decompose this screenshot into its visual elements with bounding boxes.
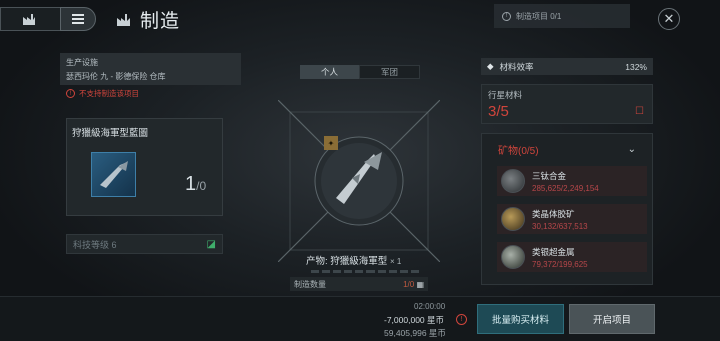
- tech-level-label: 科技等级 6: [73, 239, 117, 250]
- ownership-tabs: 个人 军团: [300, 65, 420, 79]
- mineral-name: 类晶体胶矿: [532, 208, 575, 219]
- project-count: ! 制造项目 0/1: [494, 4, 630, 28]
- efficiency-value: 132%: [625, 61, 647, 72]
- close-button[interactable]: ✕: [658, 8, 680, 30]
- mineral-amount: 79,372/199,625: [532, 259, 588, 269]
- warning-icon: !: [502, 11, 511, 21]
- blueprint-name: 狩獵級海軍型藍圖: [72, 128, 149, 139]
- quantity-label: 制造数量: [294, 279, 326, 289]
- blueprint-panel[interactable]: 狩獵級海軍型藍圖 1/0: [66, 118, 223, 216]
- facility-type: 生产设施: [66, 58, 98, 67]
- tab-corporation[interactable]: 军团: [359, 65, 420, 79]
- quantity-slider-track[interactable]: [311, 270, 419, 273]
- mineral-item-mexallon[interactable]: 类银超金属 79,372/199,625: [497, 242, 647, 272]
- mineral-icon: [501, 245, 525, 269]
- top-bar: 制造 ! 制造项目 0/1 ✕: [0, 0, 720, 40]
- mineral-amount: 30,132/637,513: [532, 221, 588, 231]
- facility-warning-text: 不支持制造该项目: [79, 89, 139, 98]
- ship-faction-badge: ✦: [324, 136, 338, 150]
- warning-icon[interactable]: !: [456, 314, 467, 325]
- minerals-label: 矿物(0/5): [498, 145, 539, 157]
- mineral-item-pyerite[interactable]: 类晶体胶矿 30,132/637,513: [497, 204, 647, 234]
- quantity-value-group: 1/0 ▦: [403, 280, 424, 289]
- product-quantity: × 1: [389, 257, 402, 266]
- factory-icon: [117, 14, 130, 26]
- material-efficiency: ◆ 材料效率 132%: [481, 58, 653, 75]
- product-name: 狩獵級海軍型: [330, 256, 388, 267]
- page-title: 制造: [140, 11, 181, 32]
- tab-personal[interactable]: 个人: [300, 65, 359, 79]
- mineral-item-tritanium[interactable]: 三钛合金 285,625/2,249,154: [497, 166, 647, 196]
- mineral-icon: [501, 207, 525, 231]
- manufacture-quantity[interactable]: 制造数量 1/0 ▦: [290, 277, 428, 291]
- mineral-amount: 285,625/2,249,154: [532, 183, 599, 193]
- close-icon: ✕: [663, 11, 675, 26]
- planet-value: 3/5: [488, 103, 509, 120]
- calculator-icon[interactable]: ▦: [416, 280, 424, 289]
- mineral-icon: [501, 169, 525, 193]
- planet-label: 行星材料: [488, 90, 523, 100]
- mineral-name: 类银超金属: [532, 246, 575, 257]
- quantity-value: 1/0: [403, 279, 415, 289]
- factory-icon: [22, 14, 35, 25]
- minerals-panel: 矿物(0/5) ⌄ 三钛合金 285,625/2,249,154 类晶体胶矿 3…: [481, 133, 653, 285]
- product-row: 产物: 狩獵級海軍型 × 1: [306, 253, 401, 267]
- planet-check-icon: ☐: [635, 106, 644, 117]
- chevron-down-icon: ⌄: [627, 143, 636, 155]
- build-time: 02:00:00: [414, 302, 446, 311]
- blueprint-count: 1/0: [185, 173, 207, 195]
- product-display: [278, 100, 440, 262]
- factory-tab[interactable]: [0, 7, 60, 31]
- tech-level[interactable]: 科技等级 6 ◪: [66, 234, 223, 254]
- page-title-group: 制造: [116, 6, 180, 33]
- project-count-text: 制造项目 0/1: [516, 11, 562, 21]
- blueprint-ship-icon[interactable]: [91, 152, 136, 197]
- facility-panel[interactable]: 生产设施 瑟西玛伦 九 - 影德保险 仓库: [60, 53, 241, 85]
- minerals-header[interactable]: 矿物(0/5) ⌄: [482, 134, 652, 164]
- efficiency-label: 材料效率: [499, 61, 534, 72]
- skill-check-icon: ◪: [206, 238, 216, 250]
- bulk-buy-button[interactable]: 批量购买材料: [477, 304, 564, 334]
- product-label: 产物:: [306, 256, 328, 267]
- warning-icon: !: [66, 89, 75, 98]
- diamond-icon: ◆: [487, 61, 494, 71]
- menu-icon: [72, 14, 84, 24]
- start-project-button[interactable]: 开启项目: [569, 304, 655, 334]
- menu-button[interactable]: [60, 7, 96, 31]
- isk-cost: -7,000,000 星币: [384, 315, 445, 325]
- planet-materials[interactable]: 行星材料 3/5 ☐: [481, 84, 653, 124]
- isk-balance: 59,405,996 星币: [384, 328, 446, 338]
- mineral-name: 三钛合金: [532, 170, 567, 181]
- facility-location: 瑟西玛伦 九 - 影德保险 仓库: [66, 72, 166, 81]
- facility-warning: ! 不支持制造该项目: [66, 88, 139, 99]
